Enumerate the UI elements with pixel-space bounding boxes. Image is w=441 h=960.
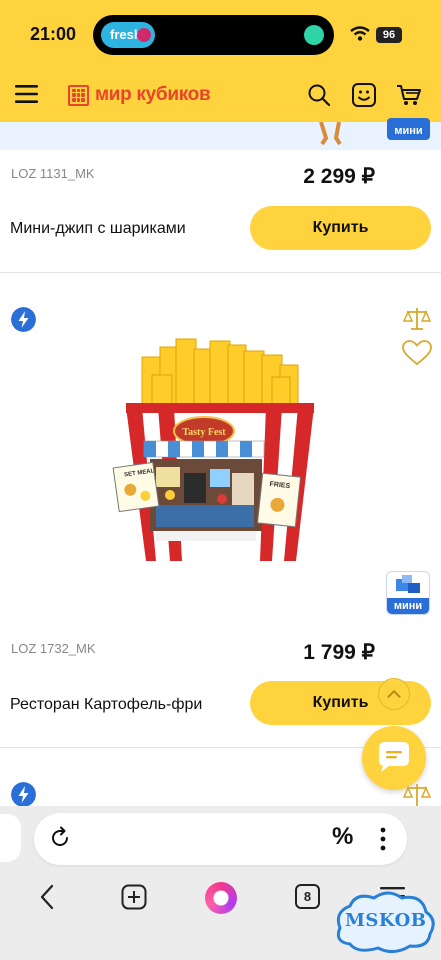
- percent-icon[interactable]: %: [332, 823, 353, 851]
- smile-icon: [304, 25, 324, 45]
- product-image-strip: [0, 122, 441, 150]
- favorite-heart-icon[interactable]: [402, 340, 432, 366]
- back-icon[interactable]: [38, 884, 56, 910]
- kebab-menu-icon[interactable]: [379, 827, 387, 851]
- smiley-icon[interactable]: [351, 82, 377, 108]
- scroll-to-top-button[interactable]: [378, 678, 410, 710]
- lightning-icon: [11, 307, 36, 332]
- product-image[interactable]: Tasty Fest SET MEAL FRIES: [112, 335, 328, 575]
- watermark-text: MSKOB: [345, 910, 427, 931]
- product-title[interactable]: Мини-джип с шариками: [10, 220, 186, 238]
- product-price: 1 799 ₽: [303, 641, 375, 664]
- dynamic-island: fresh: [93, 15, 334, 55]
- browser-omnibox[interactable]: %: [34, 813, 407, 865]
- compare-icon[interactable]: [403, 782, 431, 806]
- product-image-fragment: [319, 122, 342, 146]
- chat-button[interactable]: [362, 726, 426, 790]
- new-tab-icon[interactable]: [121, 884, 147, 910]
- logo-mark-icon: [68, 84, 89, 106]
- search-icon[interactable]: [307, 83, 331, 107]
- divider: [0, 272, 441, 273]
- fresh-dot-icon: [137, 28, 151, 42]
- buy-button[interactable]: Купить: [250, 206, 431, 250]
- logo[interactable]: мир кубиков: [68, 84, 211, 106]
- mini-badge: мини: [386, 571, 430, 615]
- app-header: мир кубиков: [0, 68, 441, 122]
- status-time: 21:00: [30, 24, 77, 44]
- sign-text: Tasty Fest: [182, 427, 226, 438]
- logo-text: мир кубиков: [95, 84, 211, 105]
- product-sku: LOZ 1732_MK: [11, 641, 96, 656]
- product-sku: LOZ 1131_MK: [11, 166, 95, 181]
- chat-bubble-icon: [379, 742, 409, 772]
- alice-assistant-icon[interactable]: [205, 882, 237, 914]
- tabs-counter[interactable]: 8: [295, 884, 320, 909]
- status-bar: 21:00 fresh 96: [0, 0, 441, 68]
- product-price: 2 299 ₽: [303, 165, 375, 188]
- side-panel-tab[interactable]: [0, 814, 21, 862]
- lightning-icon: [11, 782, 36, 807]
- mini-badge-label: мини: [387, 598, 429, 614]
- watermark-logo: MSKOB: [332, 888, 438, 956]
- menu-icon[interactable]: [15, 84, 39, 104]
- wifi-icon: [350, 26, 370, 41]
- cart-icon[interactable]: [396, 83, 422, 107]
- battery-indicator: 96: [376, 27, 402, 43]
- reload-icon[interactable]: [48, 826, 72, 850]
- bricks-icon: [396, 575, 420, 593]
- product-title[interactable]: Ресторан Картофель-фри: [10, 696, 202, 714]
- mini-badge: мини: [387, 118, 430, 140]
- compare-icon[interactable]: [403, 306, 431, 332]
- fresh-pill[interactable]: fresh: [101, 22, 155, 48]
